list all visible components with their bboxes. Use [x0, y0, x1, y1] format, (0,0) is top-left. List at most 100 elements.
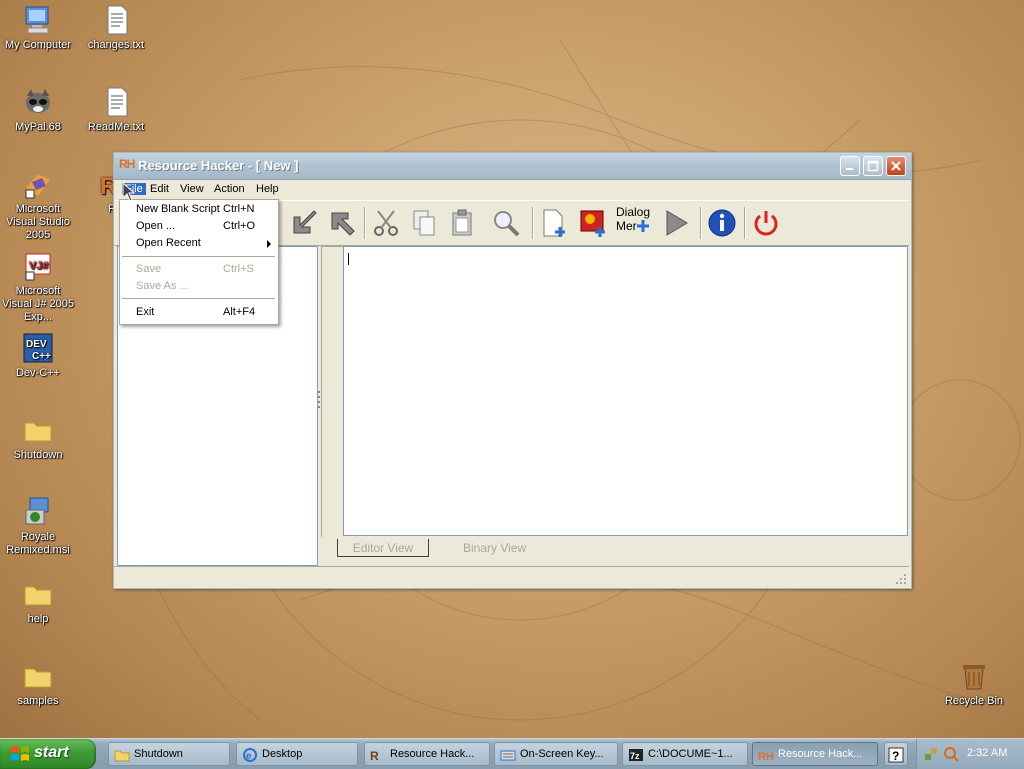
line-gutter — [321, 246, 344, 538]
app-icon: RH — [119, 157, 135, 171]
dev-cpp-icon: DEV C++ — [22, 332, 54, 364]
menu-item-new-blank-script[interactable]: New Blank Script Ctrl+N — [120, 201, 278, 218]
help-question-icon: ? — [888, 747, 904, 763]
menu-help[interactable]: Help — [256, 183, 279, 195]
power-icon — [754, 211, 778, 236]
desktop-icon-samples-folder[interactable]: samples — [0, 660, 76, 708]
minimize-icon — [846, 168, 853, 170]
plus-icon — [636, 220, 649, 232]
paste-button[interactable] — [446, 207, 478, 239]
task-7zip-path[interactable]: 7z C:\DOCUME~1... — [622, 742, 748, 766]
desktop-icon-changes-txt[interactable]: changes.txt — [78, 4, 154, 52]
system-tray: 2:32 AM — [916, 739, 1024, 769]
app-icon: R — [370, 749, 379, 763]
status-bar — [114, 566, 909, 587]
text-file-icon — [100, 4, 132, 36]
desktop-icon-visual-studio[interactable]: Microsoft Visual Studio 2005 — [0, 168, 76, 242]
clock: 2:32 AM — [967, 747, 1008, 759]
desktop-icon-visual-jsharp[interactable]: VJ# Microsoft Visual J# 2005 Exp... — [0, 250, 76, 324]
windows-logo-icon — [11, 746, 29, 761]
menu-item-exit[interactable]: Exit Alt+F4 — [120, 304, 278, 321]
run-script-button[interactable] — [660, 207, 692, 239]
svg-text:e: e — [246, 751, 252, 762]
desktop-icon-royale-msi[interactable]: Royale Remixed.msi — [0, 496, 76, 557]
menu-item-open[interactable]: Open ... Ctrl+O — [120, 218, 278, 235]
folder-icon — [22, 578, 54, 610]
task-desktop[interactable]: e Desktop — [236, 742, 358, 766]
export-button[interactable] — [326, 207, 358, 239]
about-button[interactable] — [706, 207, 738, 239]
exit-button[interactable] — [750, 207, 782, 239]
maximize-button[interactable] — [863, 156, 883, 176]
installer-icon — [22, 496, 54, 528]
menu-edit[interactable]: Edit — [150, 183, 169, 195]
text-file-icon — [100, 86, 132, 118]
vjsharp-icon: VJ# — [22, 250, 54, 282]
import-button[interactable] — [288, 207, 320, 239]
submenu-arrow-icon — [267, 240, 271, 248]
menu-view[interactable]: View — [180, 183, 204, 195]
desktop-icon-my-computer[interactable]: My Computer — [0, 4, 76, 52]
dialog-merger-label-line2: Mer — [616, 219, 637, 233]
script-editor[interactable] — [343, 246, 908, 536]
menu-action[interactable]: Action — [214, 183, 245, 195]
network-tray-icon[interactable] — [923, 746, 939, 762]
minimize-button[interactable] — [840, 156, 860, 176]
keyboard-icon — [500, 750, 516, 761]
task-resource-hacker-2[interactable]: RH Resource Hack... — [752, 742, 878, 766]
desktop-icon-mypal[interactable]: MyPal.68 — [0, 86, 76, 134]
find-button[interactable] — [490, 207, 522, 239]
new-page-plus-icon — [543, 209, 565, 237]
folder-icon — [22, 414, 54, 446]
desktop-icon-help-folder[interactable]: help — [0, 578, 76, 626]
close-button[interactable] — [886, 156, 906, 176]
arrow-down-left-icon — [293, 210, 317, 234]
svg-text:VJ#: VJ# — [29, 260, 49, 272]
recycle-bin-icon — [958, 660, 990, 692]
info-icon — [708, 209, 736, 237]
toolbar-separator — [532, 207, 534, 239]
toolbar-separator — [744, 207, 746, 239]
file-menu-dropdown: New Blank Script Ctrl+N Open ... Ctrl+O … — [119, 199, 279, 325]
task-shutdown[interactable]: Shutdown — [108, 742, 230, 766]
mouse-pointer-icon — [122, 182, 136, 202]
task-on-screen-keyboard[interactable]: On-Screen Key... — [494, 742, 618, 766]
folder-icon — [114, 750, 130, 762]
cut-button[interactable] — [370, 207, 402, 239]
help-tray-button[interactable]: ? — [884, 742, 908, 766]
scissors-icon — [374, 210, 398, 236]
start-button[interactable]: start — [0, 739, 96, 769]
desktop-icon-resource-hacker[interactable]: R Resou — [78, 168, 140, 216]
menu-item-open-recent[interactable]: Open Recent — [120, 235, 278, 252]
tab-binary-view[interactable]: Binary View — [455, 539, 534, 557]
desktop-icon-recycle-bin[interactable]: Recycle Bin — [936, 660, 1012, 708]
resize-grip-icon[interactable] — [895, 573, 907, 585]
view-tabs: Editor View Binary View — [321, 537, 907, 564]
window-titlebar[interactable]: RH Resource Hacker - [ New ] — [114, 153, 911, 180]
menu-separator — [122, 298, 275, 299]
resource-hacker-icon: RH — [758, 751, 774, 763]
dialog-merger-button[interactable]: Dialog Mer — [616, 205, 650, 233]
copy-button[interactable] — [408, 207, 440, 239]
task-resource-hacker-1[interactable]: R Resource Hack... — [364, 742, 490, 766]
search-tray-icon[interactable] — [943, 746, 959, 762]
svg-text:DEV: DEV — [26, 339, 47, 350]
add-blank-resource-button[interactable] — [538, 207, 570, 239]
svg-text:RH: RH — [758, 751, 774, 763]
taskbar: start Shutdown e Desktop R Resource Hack… — [0, 738, 1024, 769]
desktop-icon-dev-cpp[interactable]: DEV C++ Dev-C++ — [0, 332, 76, 380]
svg-text:C++: C++ — [32, 351, 51, 362]
tab-editor-view[interactable]: Editor View — [337, 539, 429, 557]
internet-explorer-icon: e — [243, 748, 257, 762]
desktop-icon-shutdown-folder[interactable]: Shutdown — [0, 414, 76, 462]
toolbar-separator — [364, 207, 366, 239]
svg-text:7z: 7z — [630, 751, 640, 761]
add-image-resource-button[interactable] — [578, 207, 610, 239]
computer-icon — [22, 4, 54, 36]
svg-text:?: ? — [892, 749, 899, 763]
menu-item-save-as: Save As ... — [136, 280, 189, 292]
visual-studio-icon — [22, 168, 54, 200]
desktop-icon-readme-txt[interactable]: ReadMe.txt — [78, 86, 154, 134]
magnifier-icon — [494, 211, 520, 237]
arrow-up-left-icon — [331, 212, 355, 236]
